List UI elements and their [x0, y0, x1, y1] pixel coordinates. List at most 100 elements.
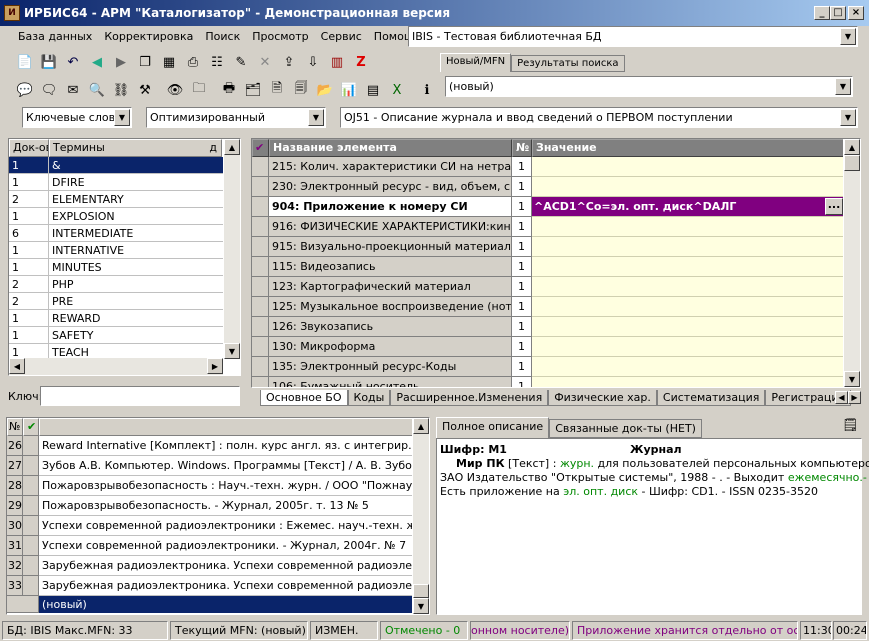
- col-name-header[interactable]: Название элемента: [269, 139, 512, 157]
- dictionary-row[interactable]: 2 PHP: [9, 276, 223, 293]
- worksheet-row[interactable]: 230: Электронный ресурс - вид, объем, си…: [252, 177, 860, 197]
- mfn-select[interactable]: (новый) ▼: [445, 76, 853, 97]
- chevron-down-icon[interactable]: ▼: [835, 78, 851, 95]
- element-value[interactable]: [532, 237, 845, 257]
- worksheet-tab[interactable]: Систематизация: [656, 390, 766, 406]
- dictionary-scrollbar[interactable]: ▲ ▼: [223, 139, 240, 359]
- col-terms-header[interactable]: Термины д: [49, 139, 222, 157]
- view-icon[interactable]: 👁: [164, 79, 186, 101]
- statistics-icon[interactable]: ▤: [362, 79, 384, 101]
- worksheet-tab[interactable]: Основное БО: [260, 390, 348, 406]
- save-icon[interactable]: 💾: [38, 51, 60, 73]
- scroll-down-icon[interactable]: ▼: [844, 371, 860, 387]
- element-value[interactable]: [532, 357, 845, 377]
- element-value[interactable]: ^ACD1^Cо=эл. опт. диск^DАЛГ...: [532, 197, 845, 217]
- document-mark[interactable]: [23, 496, 39, 516]
- dictionary-row[interactable]: 2 PRE: [9, 293, 223, 310]
- scroll-up-icon[interactable]: ▲: [413, 418, 429, 434]
- row-marker[interactable]: [252, 297, 269, 317]
- row-marker[interactable]: [252, 377, 269, 387]
- tab-search-results[interactable]: Результаты поиска: [511, 55, 625, 72]
- chevron-down-icon[interactable]: ▼: [114, 109, 130, 126]
- search-mode-select[interactable]: Ключевые слова ▼: [22, 107, 132, 128]
- menu-edit[interactable]: Корректировка: [98, 27, 199, 47]
- row-marker[interactable]: [252, 257, 269, 277]
- barcode-icon[interactable]: ▥: [326, 51, 348, 73]
- copy-icon[interactable]: ❐: [134, 51, 156, 73]
- dictionary-row[interactable]: 6 INTERMEDIATE: [9, 225, 223, 242]
- col-docs-header[interactable]: Док-ов: [9, 139, 49, 157]
- document-mark[interactable]: [23, 556, 39, 576]
- document-row[interactable]: 33 Зарубежная радиоэлектроника. Успехи со…: [7, 576, 413, 596]
- comment-edit-icon[interactable]: 🗨: [38, 79, 60, 101]
- worksheet-row[interactable]: 130: Микроформа 1: [252, 337, 860, 357]
- cards-icon[interactable]: 🗂: [242, 79, 264, 101]
- tab-left-icon[interactable]: ◀: [835, 391, 848, 404]
- element-value[interactable]: [532, 277, 845, 297]
- desc-link-1[interactable]: журн.: [560, 457, 594, 470]
- dictionary-row[interactable]: 1 INTERNATIVE: [9, 242, 223, 259]
- folder-icon[interactable]: 🗀: [188, 79, 210, 101]
- forward-icon[interactable]: ▶: [110, 51, 132, 73]
- dictionary-row[interactable]: 2 ELEMENTARY: [9, 191, 223, 208]
- document-row[interactable]: 30 Успехи современной радиоэлектроники : …: [7, 516, 413, 536]
- link-icon[interactable]: ⛓: [110, 79, 132, 101]
- worksheet-row[interactable]: 215: Колич. характеристики СИ на нетради…: [252, 157, 860, 177]
- edit-icon[interactable]: ✎: [230, 51, 252, 73]
- row-marker[interactable]: [252, 317, 269, 337]
- worksheet-row[interactable]: 123: Картографический материал 1: [252, 277, 860, 297]
- chevron-down-icon[interactable]: ▼: [840, 109, 856, 126]
- comment-icon[interactable]: 💬: [14, 79, 36, 101]
- dictionary-hscrollbar[interactable]: ◀ ▶: [9, 358, 223, 375]
- chevron-down-icon[interactable]: ▼: [308, 109, 324, 126]
- element-value[interactable]: [532, 317, 845, 337]
- row-marker[interactable]: [252, 157, 269, 177]
- document-mark[interactable]: [23, 516, 39, 536]
- minimize-button[interactable]: _: [814, 6, 830, 20]
- element-value[interactable]: [532, 257, 845, 277]
- scroll-down-icon[interactable]: ▼: [413, 598, 429, 614]
- worksheet-tab[interactable]: Расширенное.Изменения: [390, 390, 549, 406]
- desc-link-3[interactable]: эл. опт. диск: [563, 485, 638, 498]
- check-header-icon[interactable]: ✔: [23, 418, 39, 436]
- col-value-header[interactable]: Значение: [532, 139, 845, 157]
- back-icon[interactable]: ◀: [86, 51, 108, 73]
- format-icon[interactable]: 🗒: [842, 418, 859, 433]
- worksheet-row[interactable]: 916: ФИЗИЧЕСКИЕ ХАРАКТЕРИСТИКИ:кинофильм…: [252, 217, 860, 237]
- pin-icon[interactable]: д: [209, 140, 217, 156]
- import-icon[interactable]: ⇩: [302, 51, 324, 73]
- ellipsis-button[interactable]: ...: [825, 198, 843, 215]
- row-marker[interactable]: [252, 337, 269, 357]
- element-value[interactable]: [532, 177, 845, 197]
- info-icon[interactable]: ℹ: [416, 79, 438, 101]
- worksheet-row[interactable]: 125: Музыкальное воспроизведение (ноты, …: [252, 297, 860, 317]
- close-button[interactable]: ×: [848, 6, 864, 20]
- worksheet-tab[interactable]: Коды: [347, 390, 391, 406]
- col-doc-num-header[interactable]: №: [7, 418, 23, 436]
- open-folder-icon[interactable]: 📂: [314, 79, 336, 101]
- document-row[interactable]: 26 Reward Internative [Комплект] : полн. …: [7, 436, 413, 456]
- search-record-icon[interactable]: 🔍: [86, 79, 108, 101]
- row-marker[interactable]: [252, 357, 269, 377]
- document-mark[interactable]: [23, 476, 39, 496]
- print-icon[interactable]: ⎙: [182, 51, 204, 73]
- check-header-icon[interactable]: ✔: [252, 139, 269, 157]
- optimization-select[interactable]: Оптимизированный ▼: [146, 107, 326, 128]
- element-value[interactable]: [532, 337, 845, 357]
- worksheet-tab[interactable]: Физические хар.: [548, 390, 657, 406]
- worksheet-row[interactable]: 106: Бумажный носитель 1: [252, 377, 860, 387]
- menu-view[interactable]: Просмотр: [246, 27, 314, 47]
- desc-link-2[interactable]: ежемесячно.-: [788, 471, 867, 484]
- maximize-button[interactable]: □: [830, 6, 846, 20]
- tab-full-description[interactable]: Полное описание: [436, 417, 550, 438]
- element-value[interactable]: [532, 377, 845, 387]
- tools-icon[interactable]: ⚒: [134, 79, 156, 101]
- worksheet-row[interactable]: 126: Звукозапись 1: [252, 317, 860, 337]
- key-input[interactable]: [40, 386, 240, 406]
- document-icon[interactable]: 🗎: [266, 79, 288, 101]
- col-num-header[interactable]: №: [512, 139, 532, 157]
- worksheet-row[interactable]: 115: Видеозапись 1: [252, 257, 860, 277]
- row-marker[interactable]: [252, 177, 269, 197]
- tab-new-mfn[interactable]: Новый/MFN: [440, 53, 512, 72]
- grid-icon[interactable]: ▦: [158, 51, 180, 73]
